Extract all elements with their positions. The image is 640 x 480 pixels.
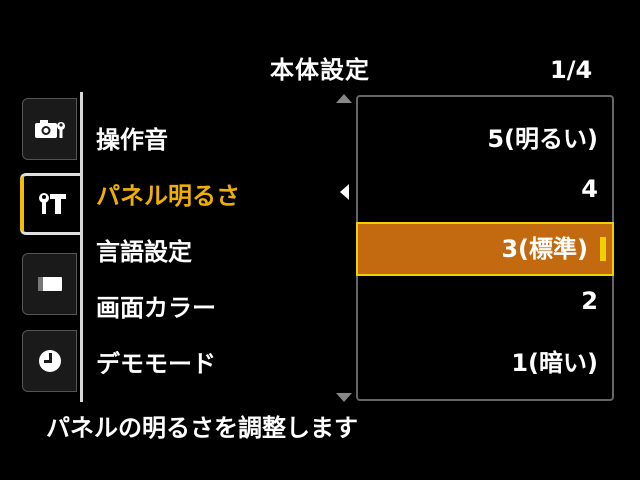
settings-screen: 本体設定 1/4 操作音 パネル明るさ 言語設定 画面カラー デモモード 5(明…: [0, 0, 640, 480]
tab-clock[interactable]: [22, 330, 77, 392]
camera-wrench-icon: [34, 120, 65, 138]
option-3-standard[interactable]: 3(標準): [356, 222, 614, 276]
help-text: パネルの明るさを調整します: [46, 414, 358, 442]
tab-divider: [80, 92, 83, 402]
menu-item-screen-color[interactable]: 画面カラー: [96, 288, 216, 323]
selection-bar-icon: [600, 237, 606, 261]
menu-item-operation-sound[interactable]: 操作音: [96, 120, 168, 155]
clock-icon: [38, 350, 61, 372]
page-indicator: 1/4: [550, 56, 593, 84]
submenu-pointer-icon: [340, 184, 349, 200]
options-panel: 5(明るい) 4 3(標準) 2 1(暗い): [356, 95, 614, 401]
menu-item-language[interactable]: 言語設定: [96, 232, 192, 267]
tab-camera-settings[interactable]: [22, 98, 77, 160]
menu-item-demo-mode[interactable]: デモモード: [96, 344, 216, 379]
page-title: 本体設定: [270, 56, 370, 84]
card-icon: [37, 277, 62, 291]
tab-setup[interactable]: [20, 173, 80, 235]
scroll-down-icon[interactable]: [336, 393, 352, 402]
option-5-bright[interactable]: 5(明るい): [358, 119, 612, 154]
menu-item-panel-brightness[interactable]: パネル明るさ: [96, 176, 240, 211]
scroll-up-icon[interactable]: [336, 94, 352, 103]
option-4[interactable]: 4: [358, 175, 612, 203]
option-3-label: 3(標準): [501, 235, 588, 263]
tab-card[interactable]: [22, 253, 77, 315]
option-1-dark[interactable]: 1(暗い): [358, 343, 612, 378]
option-2[interactable]: 2: [358, 287, 612, 315]
setup-wrench-icon: [38, 193, 66, 214]
